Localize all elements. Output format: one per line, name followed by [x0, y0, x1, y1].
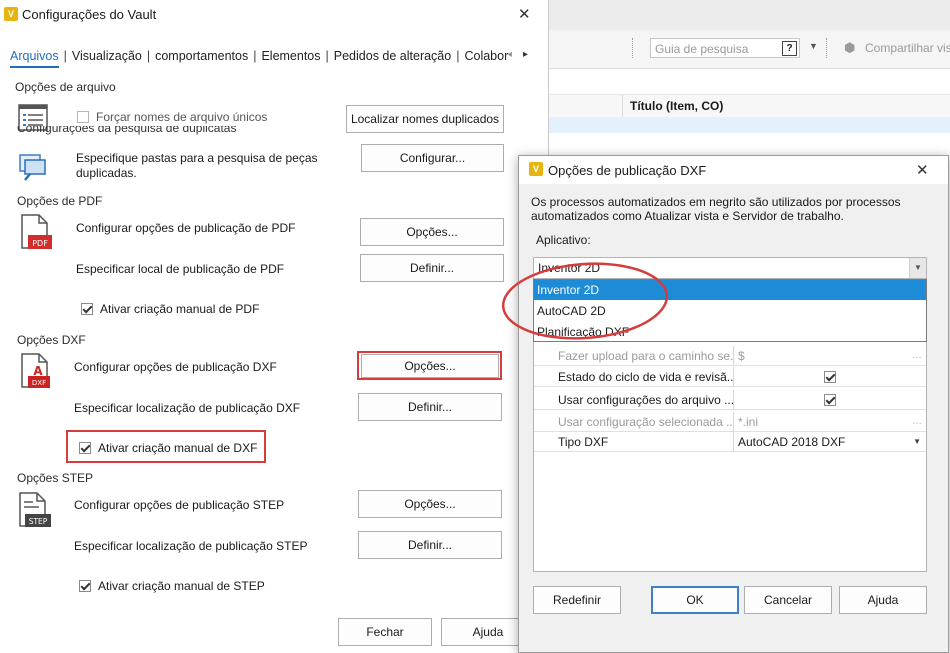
vault-app-icon: V: [4, 7, 18, 21]
share-label[interactable]: Compartilhar vis: [865, 41, 950, 55]
ok-button[interactable]: OK: [651, 586, 739, 614]
help-button[interactable]: Ajuda: [839, 586, 927, 614]
app-toolbar: Guia de pesquisa ? ▼ ⬢ Compartilhar vis: [540, 30, 950, 69]
tab-elementos[interactable]: Elementos: [261, 49, 320, 63]
grid-row-lifecycle[interactable]: Estado do ciclo de vida e revisã...: [534, 367, 926, 387]
dxf-description: Os processos automatizados em negrito sã…: [531, 195, 901, 223]
share-icon: ⬢: [844, 40, 856, 55]
force-unique-checkbox[interactable]: [77, 111, 89, 123]
ellipsis-icon[interactable]: …: [912, 346, 922, 366]
dxf-options-highlight: [357, 351, 502, 380]
svg-text:DXF: DXF: [32, 379, 46, 387]
grid-value-dxf-type[interactable]: AutoCAD 2018 DXF ▼: [734, 432, 926, 452]
file-settings-checkbox[interactable]: [824, 394, 836, 406]
tab-strip: Arquivos | Visualização | comportamentos | Ele…: [10, 49, 508, 68]
dxf-options-dialog: V Opções de publicação DXF ✕ Os processo…: [501, 155, 949, 653]
close-icon[interactable]: ✕: [916, 161, 929, 179]
search-placeholder: Guia de pesquisa: [655, 42, 749, 56]
pdf-manual-checkbox[interactable]: [81, 303, 93, 315]
dxf-manual-label: Ativar criação manual de DXF: [98, 441, 258, 455]
vault-app-icon: V: [529, 162, 543, 176]
highlight-ellipse: [501, 262, 669, 340]
upload-path-value: $: [738, 349, 745, 363]
pdf-manual-label: Ativar criação manual de PDF: [100, 302, 260, 316]
dxf-define-button[interactable]: Definir...: [358, 393, 502, 421]
tab-scroll-right-icon[interactable]: ▸: [523, 49, 528, 60]
column-header-title[interactable]: Título (Item, CO): [630, 99, 723, 113]
grid-value-upload[interactable]: $…: [734, 346, 926, 366]
grid-value-selected-config[interactable]: *.ini …: [734, 412, 926, 432]
cancel-button[interactable]: Cancelar: [744, 586, 832, 614]
step-file-icon: STEP: [19, 492, 51, 527]
file-options-title: Opções de arquivo: [15, 80, 116, 94]
tab-comportamentos[interactable]: comportamentos: [155, 49, 248, 63]
dxf-type-value: AutoCAD 2018 DXF: [738, 435, 846, 449]
column-divider: [622, 95, 623, 117]
app-label: Aplicativo:: [536, 233, 591, 247]
grid-name-dxf-type: Tipo DXF: [534, 432, 734, 452]
grid-row-file-settings[interactable]: Usar configurações do arquivo ...: [534, 390, 926, 410]
toolbar-divider: [632, 38, 634, 58]
dxf-configure-label: Configurar opções de publicação DXF: [74, 360, 277, 374]
app-top-bar: [540, 0, 950, 31]
ini-value: *.ini: [738, 415, 759, 429]
step-options-button[interactable]: Opções...: [358, 490, 502, 518]
dxf-manual-checkbox[interactable]: [79, 442, 91, 454]
step-configure-label: Configurar opções de publicação STEP: [74, 498, 285, 512]
grid-row-upload-path[interactable]: Fazer upload para o caminho se... $…: [534, 346, 926, 366]
pdf-define-button[interactable]: Definir...: [360, 254, 504, 282]
pdf-options-title: Opções de PDF: [17, 194, 103, 208]
grid-name-upload: Fazer upload para o caminho se...: [534, 346, 734, 366]
step-location-label: Especificar localização de publicação ST…: [74, 539, 308, 553]
search-help-icon[interactable]: ?: [782, 41, 797, 56]
selected-row[interactable]: [540, 117, 950, 133]
dxf-location-label: Especificar localização de publicação DX…: [74, 401, 301, 415]
tab-arquivos[interactable]: Arquivos: [10, 49, 59, 68]
step-manual-checkbox[interactable]: [79, 580, 91, 592]
svg-text:A: A: [33, 364, 43, 378]
ellipsis-icon[interactable]: …: [912, 412, 922, 432]
tab-colabor[interactable]: Colabor: [464, 49, 508, 63]
step-define-button[interactable]: Definir...: [358, 531, 502, 559]
tab-scroll-left-icon[interactable]: ◂: [507, 49, 512, 60]
pdf-configure-label: Configurar opções de publicação de PDF: [76, 221, 296, 235]
grid-name-selected-config: Usar configuração selecionada ...: [534, 412, 734, 432]
lifecycle-checkbox[interactable]: [824, 371, 836, 383]
chevron-down-icon[interactable]: ▼: [913, 432, 921, 452]
svg-text:PDF: PDF: [32, 239, 48, 248]
dxf-file-icon: A DXF: [21, 353, 50, 388]
step-manual-label: Ativar criação manual de STEP: [98, 579, 265, 593]
grid-name-lifecycle: Estado do ciclo de vida e revisã...: [534, 367, 734, 387]
dxf-options-title: Opções DXF: [17, 333, 86, 347]
toolbar-divider: [826, 38, 828, 58]
grid-row-dxf-type[interactable]: Tipo DXF AutoCAD 2018 DXF ▼: [534, 432, 926, 452]
pdf-options-button[interactable]: Opções...: [360, 218, 504, 246]
search-input[interactable]: Guia de pesquisa ?: [650, 38, 800, 58]
close-button[interactable]: Fechar: [338, 618, 432, 646]
folder-search-icon: [19, 154, 46, 181]
search-dropdown-icon[interactable]: ▼: [809, 41, 818, 51]
column-header-row: Título (Item, CO): [540, 94, 950, 118]
close-icon[interactable]: ✕: [518, 5, 531, 23]
pdf-file-icon: PDF: [21, 214, 52, 249]
grid-value-lifecycle[interactable]: [734, 367, 926, 387]
pdf-location-label: Especificar local de publicação de PDF: [76, 262, 285, 276]
find-duplicates-button[interactable]: Localizar nomes duplicados: [346, 105, 504, 133]
force-unique-label: Forçar nomes de arquivo únicos: [96, 110, 268, 124]
reset-button[interactable]: Redefinir: [533, 586, 621, 614]
specify-folders-label: Especifique pastas para a pesquisa de pe…: [76, 151, 318, 180]
step-options-title: Opções STEP: [17, 471, 94, 485]
svg-text:STEP: STEP: [29, 517, 48, 526]
grid-row-selected-config[interactable]: Usar configuração selecionada ... *.ini …: [534, 412, 926, 432]
grid-name-file-settings: Usar configurações do arquivo ...: [534, 390, 734, 410]
vault-settings-dialog: V Configurações do Vault ✕ Arquivos | Visu…: [0, 0, 549, 651]
dup-search-title: Configurações da pesquisa de duplicatas: [17, 126, 237, 135]
grid-value-file-settings[interactable]: [734, 390, 926, 410]
configure-button[interactable]: Configurar...: [361, 144, 504, 172]
chevron-down-icon[interactable]: ▼: [909, 258, 926, 278]
dxf-dialog-title: Opções de publicação DXF: [548, 163, 707, 178]
dialog-title: Configurações do Vault: [22, 7, 157, 22]
tab-visualizacao[interactable]: Visualização: [72, 49, 142, 63]
tab-pedidos[interactable]: Pedidos de alteração: [334, 49, 451, 63]
